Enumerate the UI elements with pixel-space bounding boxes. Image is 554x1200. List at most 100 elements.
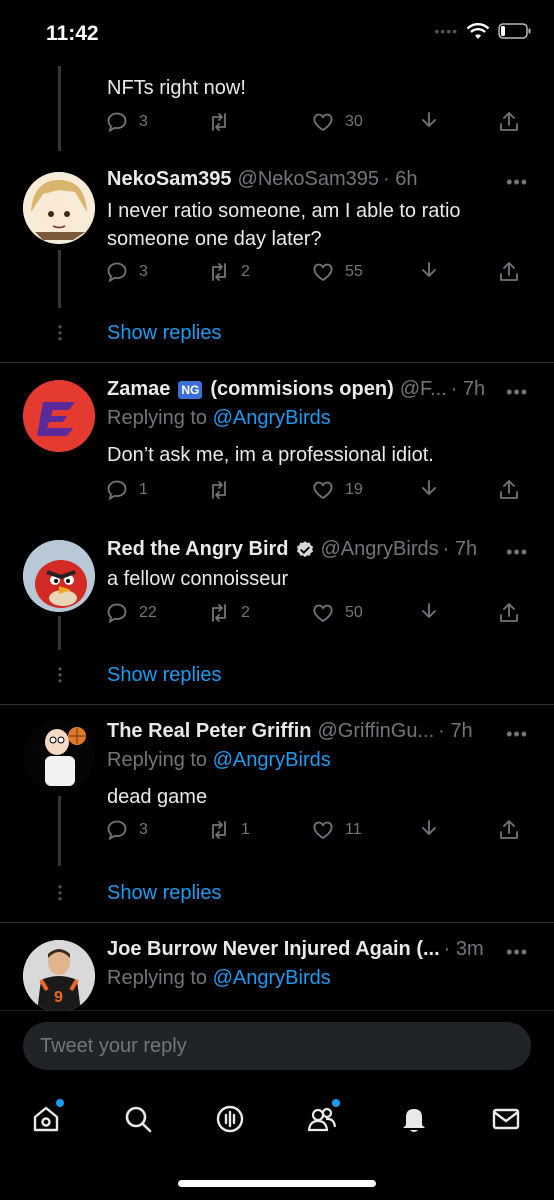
show-replies-link[interactable]: Show replies	[107, 664, 222, 687]
show-replies-link[interactable]: Show replies	[107, 882, 222, 905]
avatar[interactable]	[23, 172, 95, 244]
notification-dot	[332, 1099, 340, 1107]
tweet-text: dead game	[107, 786, 208, 808]
download-icon	[422, 603, 436, 618]
tab-communities[interactable]	[302, 1099, 342, 1139]
timestamp: · 7h	[438, 720, 473, 742]
share-button[interactable]	[497, 601, 521, 625]
tweet-text: I never ratio someone, am I able to rati…	[107, 200, 461, 250]
tab-notifications[interactable]	[394, 1099, 434, 1139]
angry-bird-avatar-icon	[23, 540, 95, 612]
notification-dot	[56, 1099, 64, 1107]
more-icon[interactable]: •••	[506, 942, 528, 963]
retweet-icon	[212, 113, 226, 131]
tab-spaces[interactable]	[210, 1099, 250, 1139]
handle[interactable]: @F...	[400, 378, 447, 401]
retweet-button[interactable]: 1	[207, 818, 250, 842]
like-count: 50	[345, 604, 363, 621]
timestamp: · 3m	[443, 938, 484, 960]
like-button[interactable]: 55	[311, 260, 363, 284]
like-button[interactable]: 19	[311, 478, 363, 502]
share-button[interactable]	[497, 260, 521, 284]
reply-icon	[107, 112, 127, 133]
retweet-button[interactable]: 2	[207, 260, 250, 284]
tweet-header: Joe Burrow Never Injured Again (... · 3m	[107, 938, 494, 961]
avatar[interactable]	[23, 380, 95, 452]
like-count: 11	[345, 821, 362, 838]
like-count: 55	[345, 263, 363, 280]
reply-count: 3	[139, 113, 148, 130]
reply-button[interactable]: 3	[105, 260, 148, 284]
download-button[interactable]	[417, 818, 441, 842]
reply-count: 22	[139, 604, 157, 621]
handle[interactable]: @GriffinGu...	[318, 720, 435, 743]
like-button[interactable]: 30	[311, 110, 363, 134]
display-name[interactable]: Joe Burrow Never Injured Again (...	[107, 938, 440, 961]
reply-icon	[107, 603, 127, 624]
more-icon[interactable]: •••	[506, 542, 528, 563]
download-button[interactable]	[417, 110, 441, 134]
timestamp: · 6h	[383, 168, 418, 190]
reply-button[interactable]: 3	[105, 818, 148, 842]
communities-icon	[307, 1107, 337, 1132]
mention-link[interactable]: @AngryBirds	[213, 407, 331, 429]
heart-icon	[313, 604, 333, 623]
display-name-suffix: (commisions open)	[210, 378, 394, 400]
share-button[interactable]	[497, 478, 521, 502]
svg-text:9: 9	[54, 989, 63, 1006]
anime-avatar-icon	[23, 172, 95, 244]
share-button[interactable]	[497, 818, 521, 842]
thread-line	[58, 796, 61, 866]
retweet-button[interactable]	[207, 478, 241, 502]
search-icon	[125, 1106, 152, 1133]
avatar[interactable]	[23, 540, 95, 612]
display-name[interactable]: NekoSam395	[107, 168, 232, 191]
verified-badge-icon	[296, 540, 313, 557]
avatar[interactable]	[23, 720, 95, 792]
download-button[interactable]	[417, 601, 441, 625]
mention-link[interactable]: @AngryBirds	[213, 967, 331, 989]
display-name[interactable]: Red the Angry Bird	[107, 538, 289, 561]
replying-to: Replying to @AngryBirds	[107, 749, 331, 772]
retweet-button[interactable]: 2	[207, 601, 250, 625]
show-replies-link[interactable]: Show replies	[107, 322, 222, 345]
tweet-actions: 3 30	[105, 110, 525, 140]
download-button[interactable]	[417, 478, 441, 502]
reply-button[interactable]: 3	[105, 110, 148, 134]
reply-button[interactable]: 1	[105, 478, 148, 502]
spaces-icon	[216, 1105, 244, 1133]
thread-line	[58, 250, 61, 308]
download-button[interactable]	[417, 260, 441, 284]
more-icon[interactable]: •••	[506, 382, 528, 403]
more-icon[interactable]: •••	[506, 724, 528, 745]
more-icon[interactable]: •••	[506, 172, 528, 193]
retweet-button[interactable]	[207, 110, 241, 134]
tab-search[interactable]	[118, 1099, 158, 1139]
tweet-header: Red the Angry Bird @AngryBirds · 7h	[107, 538, 494, 561]
tweet-reply-input[interactable]: Tweet your reply	[23, 1022, 531, 1070]
reply-button[interactable]: 22	[105, 601, 157, 625]
like-button[interactable]: 11	[311, 818, 362, 842]
display-name[interactable]: Zamae	[107, 378, 170, 401]
retweet-icon	[212, 481, 226, 499]
logo-avatar-icon	[23, 380, 95, 452]
tab-messages[interactable]	[486, 1099, 526, 1139]
mention-link[interactable]: @AngryBirds	[213, 749, 331, 771]
status-icons: ••••	[434, 22, 532, 40]
heart-icon	[313, 263, 333, 282]
display-name[interactable]: The Real Peter Griffin	[107, 720, 312, 743]
download-icon	[422, 112, 436, 127]
like-button[interactable]: 50	[311, 601, 363, 625]
retweet-icon	[212, 263, 226, 281]
share-button[interactable]	[497, 110, 521, 134]
home-icon	[33, 1106, 59, 1132]
wifi-icon	[466, 23, 490, 39]
thread-dots-icon: • • •	[57, 320, 63, 346]
timestamp: · 7h	[450, 378, 486, 400]
home-indicator[interactable]	[178, 1180, 376, 1187]
tweet-header: The Real Peter Griffin @GriffinGu... · 7…	[107, 720, 494, 743]
avatar[interactable]: 9	[23, 940, 95, 1012]
handle[interactable]: @AngryBirds	[321, 538, 439, 561]
tab-home[interactable]	[26, 1099, 66, 1139]
handle[interactable]: @NekoSam395	[238, 168, 379, 191]
